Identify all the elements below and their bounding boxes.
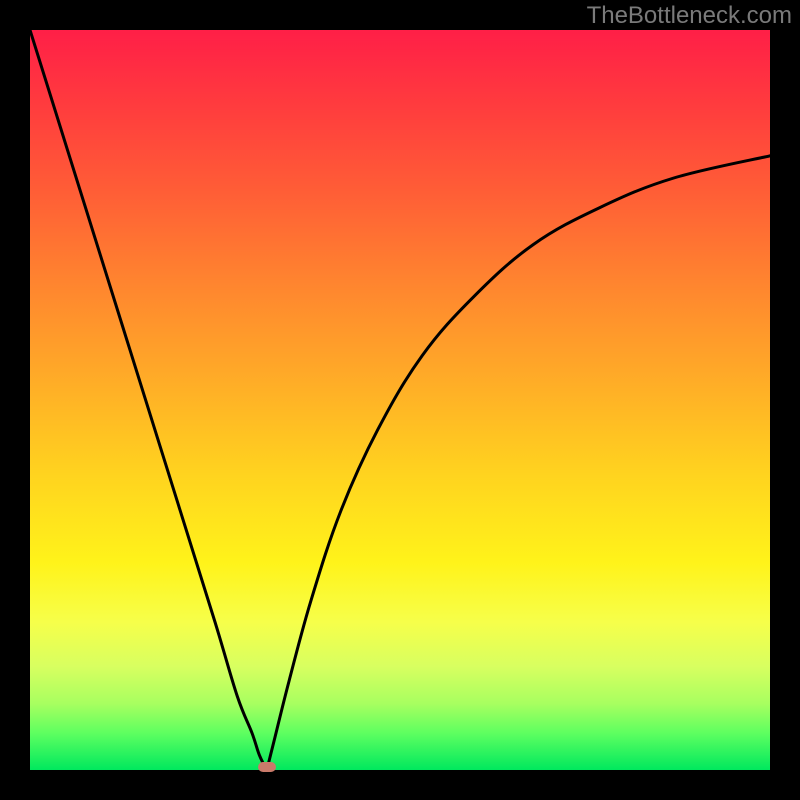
- bottleneck-curve: [30, 30, 770, 770]
- watermark-label: TheBottleneck.com: [587, 2, 792, 30]
- chart-frame: TheBottleneck.com: [0, 0, 800, 800]
- plot-area: [30, 30, 770, 770]
- minimum-marker: [258, 762, 276, 772]
- curve-path: [30, 30, 770, 770]
